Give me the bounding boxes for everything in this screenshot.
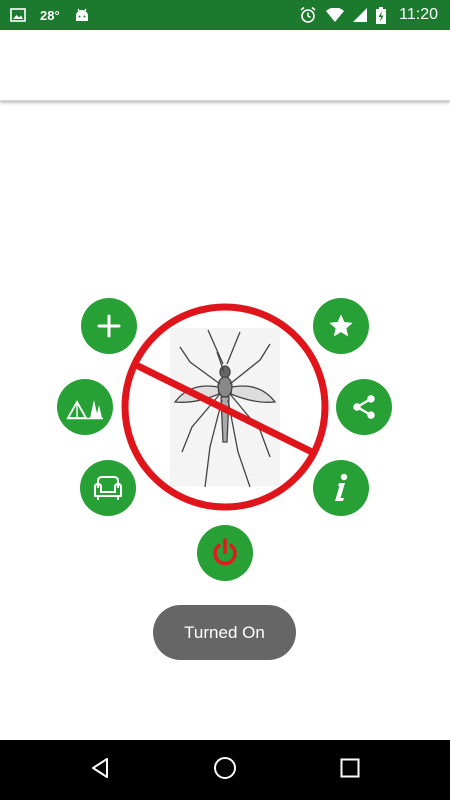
toast-message: Turned On (184, 622, 265, 642)
image-icon (10, 8, 26, 22)
banner-area (0, 30, 450, 101)
mosquito-prohibition-sign (120, 302, 330, 512)
recents-button[interactable] (320, 740, 380, 800)
home-button[interactable] (195, 740, 255, 800)
navigation-bar (0, 740, 450, 800)
power-button[interactable] (197, 525, 253, 581)
camping-tent-icon (66, 394, 104, 420)
alarm-icon (299, 6, 317, 24)
clock: 11:20 (399, 6, 438, 23)
star-icon (327, 312, 355, 340)
signal-icon (353, 8, 368, 22)
temperature-label: 28° (40, 7, 60, 23)
share-button[interactable] (336, 379, 392, 435)
home-icon (213, 756, 237, 785)
share-icon (350, 393, 378, 421)
battery-charging-icon (376, 6, 387, 24)
outdoor-mode-button[interactable] (57, 379, 113, 435)
back-button[interactable] (70, 740, 130, 800)
wifi-icon (326, 8, 345, 22)
android-icon (74, 7, 90, 23)
plus-icon (97, 314, 121, 338)
info-icon (330, 473, 352, 503)
recents-icon (340, 758, 360, 783)
back-icon (89, 757, 111, 784)
status-toast: Turned On (153, 605, 296, 660)
power-icon (209, 537, 241, 569)
status-bar: 28° 11:20 (0, 0, 450, 30)
